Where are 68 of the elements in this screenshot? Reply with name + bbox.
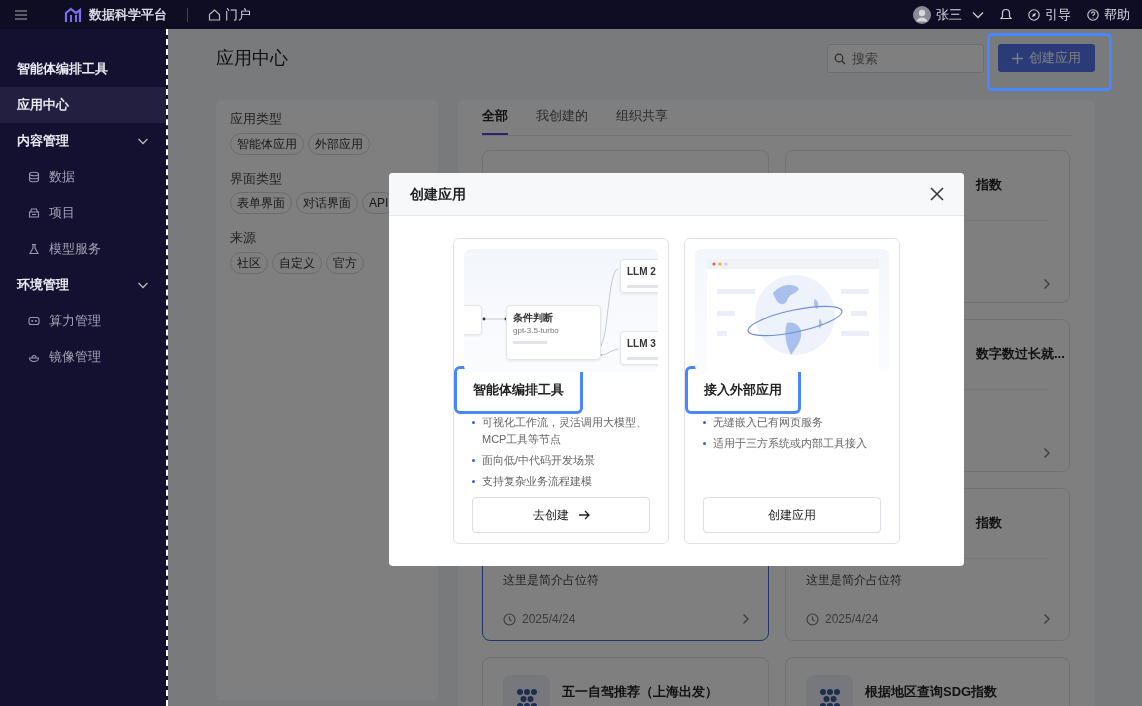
sidebar-subitem[interactable]: 项目 xyxy=(49,203,75,223)
sidebar-subitem[interactable]: 镜像管理 xyxy=(49,347,101,367)
app-title: 指数 xyxy=(976,514,1002,532)
bell-icon[interactable] xyxy=(1000,8,1012,21)
filter-label: 界面类型 xyxy=(230,169,283,188)
guide-link[interactable]: 引导 xyxy=(1045,4,1071,25)
tab[interactable]: 组织共享 xyxy=(616,105,668,135)
app-title: 五一自驾推荐（上海出发） xyxy=(562,683,718,701)
chevron-right-icon[interactable] xyxy=(1043,613,1051,625)
home-icon xyxy=(208,8,221,21)
box-icon xyxy=(28,207,40,219)
app-title: 指数 xyxy=(976,176,1002,194)
bullet-text: 面向低/中代码开发场景 xyxy=(472,451,658,469)
close-button[interactable] xyxy=(930,187,944,201)
user-name[interactable]: 张三 xyxy=(936,4,962,25)
app-intro: 这里是简介占位符 xyxy=(805,572,903,589)
tab[interactable]: 我创建的 xyxy=(536,105,588,135)
bullet-text: 无缝嵌入已有网页服务 xyxy=(703,413,889,431)
database-icon xyxy=(28,171,40,183)
sidebar-item[interactable]: 应用中心 xyxy=(0,87,166,123)
app-date: 2025/4/24 xyxy=(825,611,879,628)
brand-name: 数据科学平台 xyxy=(89,5,167,24)
arrow-right-icon xyxy=(578,510,590,520)
sidebar-subitem[interactable]: 数据 xyxy=(49,167,75,187)
filter-label: 应用类型 xyxy=(230,110,283,128)
chevron-right-icon[interactable] xyxy=(742,613,750,625)
sidebar-group[interactable]: 内容管理 xyxy=(0,123,166,159)
app-title: 数字数过长就... xyxy=(976,345,1065,363)
tab[interactable]: 全部 xyxy=(482,105,508,135)
node-detail: gpt-3.5-turbo xyxy=(513,325,560,337)
app-intro: 这里是简介占位符 xyxy=(502,572,600,589)
node-label: LLM 2 xyxy=(627,265,657,279)
search-field[interactable]: 搜索 xyxy=(827,43,984,73)
sidebar-item[interactable]: 智能体编排工具 xyxy=(0,51,166,87)
plus-icon xyxy=(1012,52,1023,64)
help-link[interactable]: 帮助 xyxy=(1104,4,1130,25)
search-icon xyxy=(834,52,846,65)
option-button[interactable]: 去创建 xyxy=(472,497,650,533)
app-title: 根据地区查询SDG指数 xyxy=(865,683,998,701)
chevron-right-icon[interactable] xyxy=(1043,278,1051,290)
modal-title: 创建应用 xyxy=(410,184,466,204)
node-label: 条件判断 xyxy=(513,311,554,325)
help-icon[interactable] xyxy=(1087,8,1099,21)
chip-icon xyxy=(28,315,40,327)
filter-label: 来源 xyxy=(230,229,257,247)
sidebar-group[interactable]: 环境管理 xyxy=(0,267,166,303)
workflow-node xyxy=(464,305,482,335)
app-card[interactable]: 根据地区查询SDG指数 xyxy=(785,657,1070,706)
menu-icon[interactable] xyxy=(14,8,28,21)
sidebar-subitem[interactable]: 算力管理 xyxy=(49,311,101,331)
app-date: 2025/4/24 xyxy=(522,611,576,628)
app-card[interactable]: 五一自驾推荐（上海出发） xyxy=(482,657,769,706)
avatar[interactable] xyxy=(913,5,931,24)
chevron-right-icon[interactable] xyxy=(1043,447,1051,459)
flask-icon xyxy=(28,243,40,255)
sidebar-subitem[interactable]: 模型服务 xyxy=(49,239,101,259)
compass-icon[interactable] xyxy=(1028,8,1040,21)
clock-icon xyxy=(503,612,516,626)
portal-link[interactable]: 门户 xyxy=(225,4,251,25)
bullet-text: 适用于三方系统或内部工具接入 xyxy=(703,434,889,452)
clock-icon xyxy=(806,612,819,626)
option-button[interactable]: 创建应用 xyxy=(703,497,881,533)
chevron-down-icon[interactable] xyxy=(972,10,984,19)
logo-icon xyxy=(64,6,82,23)
bullet-text: 支持复杂业务流程建模 xyxy=(472,472,658,490)
node-label: LLM 3 xyxy=(627,337,657,351)
bullet-text: 可视化工作流，灵活调用大模型、MCP工具等节点 xyxy=(472,413,658,448)
page-title: 应用中心 xyxy=(216,46,288,70)
